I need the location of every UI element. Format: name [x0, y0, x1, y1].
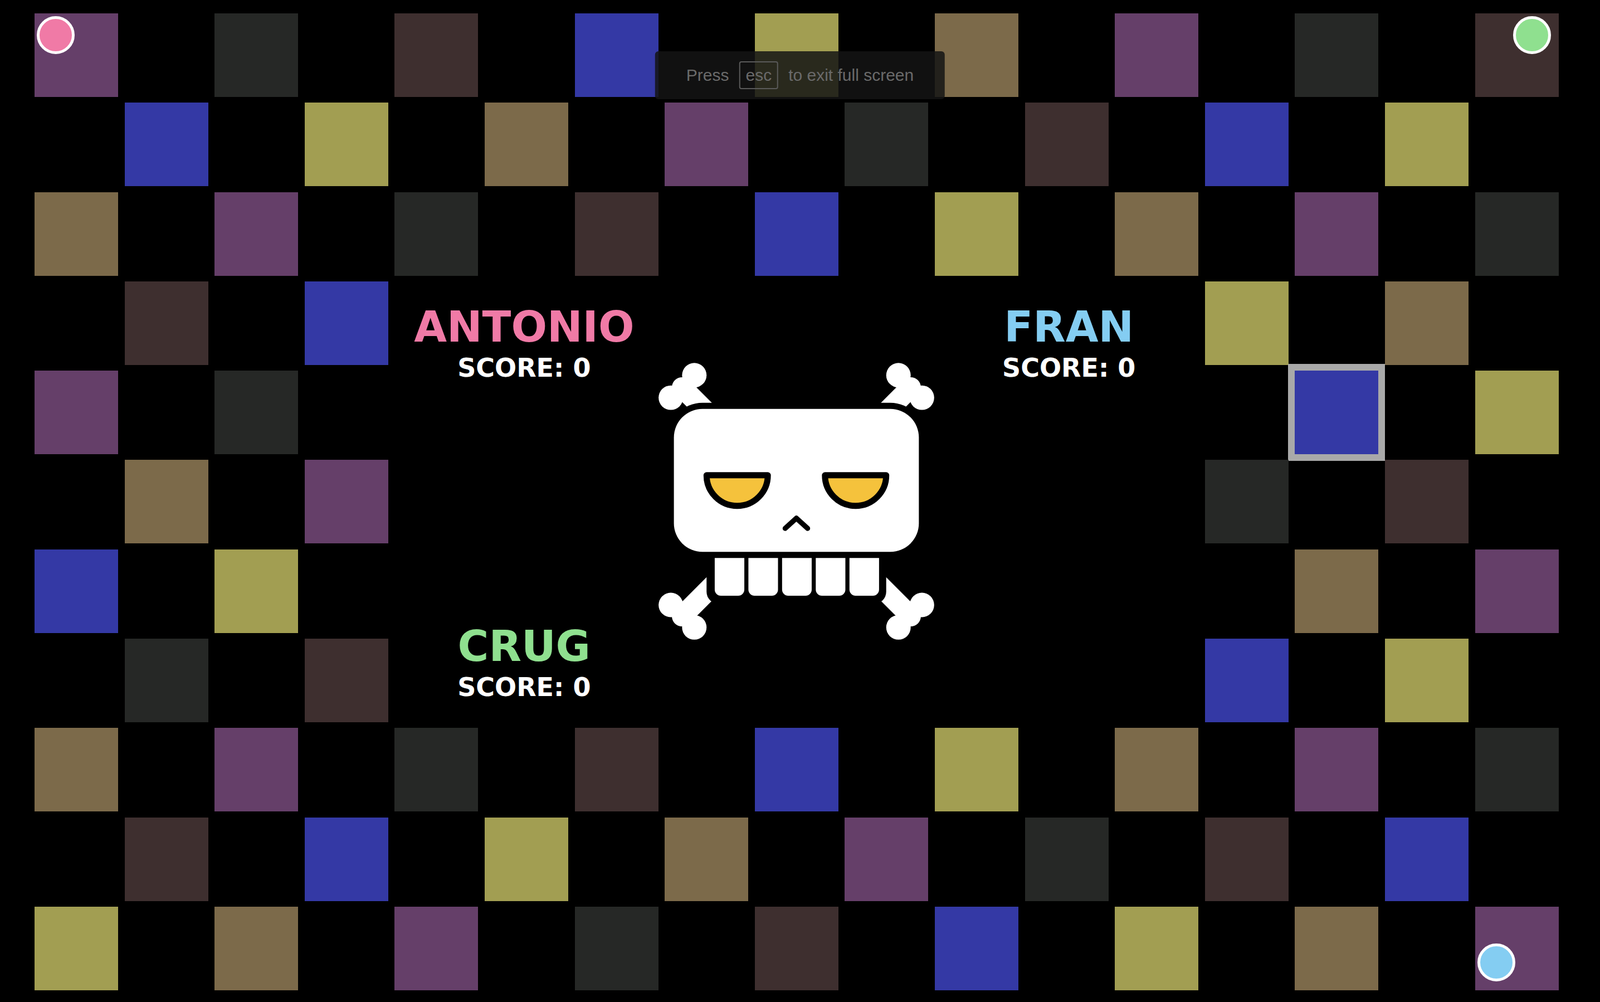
board-tile[interactable]	[1294, 906, 1379, 990]
fullscreen-notice: Press esc to exit full screen	[655, 51, 945, 100]
board-tile[interactable]	[1114, 727, 1199, 812]
board-tile[interactable]	[304, 459, 389, 544]
board-tile[interactable]	[124, 102, 209, 187]
skull-icon	[653, 358, 940, 645]
board-tile[interactable]	[934, 192, 1019, 276]
board-tile[interactable]	[1205, 102, 1289, 187]
board-tile[interactable]	[1384, 102, 1469, 187]
board-tile[interactable]	[34, 13, 119, 97]
board-tile[interactable]	[1294, 370, 1379, 455]
board-tile[interactable]	[214, 370, 299, 455]
player-name: ANTONIO	[413, 303, 634, 351]
board-tile[interactable]	[1025, 817, 1109, 901]
board-tile[interactable]	[1475, 727, 1559, 812]
player-name: CRUG	[457, 622, 591, 670]
board-tile[interactable]	[574, 192, 659, 276]
board-tile[interactable]	[124, 459, 209, 544]
board-tile[interactable]	[574, 906, 659, 990]
board-tile[interactable]	[1294, 13, 1379, 97]
board-tile[interactable]	[1294, 192, 1379, 276]
board-tile[interactable]	[574, 727, 659, 812]
board-tile[interactable]	[664, 102, 749, 187]
board-tile[interactable]	[34, 906, 119, 990]
board-tile[interactable]	[754, 906, 839, 990]
game-board: ANTONIO SCORE: 0CRUG SCORE: 0 FRAN SCORE…	[0, 0, 1600, 990]
board-tile[interactable]	[934, 727, 1019, 812]
player-score: SCORE: 0	[1002, 353, 1136, 383]
player-card: CRUG SCORE: 0	[457, 622, 591, 702]
player-name: FRAN	[1003, 303, 1134, 351]
board-tile[interactable]	[1205, 459, 1289, 544]
board-tile[interactable]	[394, 13, 478, 97]
board-tile[interactable]	[1475, 13, 1559, 97]
board-tile[interactable]	[304, 638, 389, 723]
board-tile[interactable]	[34, 727, 119, 812]
board-tile[interactable]	[1205, 817, 1289, 901]
board-tile[interactable]	[1384, 638, 1469, 723]
player-token[interactable]	[1477, 943, 1516, 982]
board-tile[interactable]	[124, 817, 209, 901]
board-tile[interactable]	[1294, 549, 1379, 633]
board-tile[interactable]	[1114, 13, 1199, 97]
board-tile[interactable]	[844, 817, 929, 901]
esc-key: esc	[738, 61, 779, 90]
board-tile[interactable]	[1384, 817, 1469, 901]
board-tile[interactable]	[1205, 638, 1289, 723]
board-tile[interactable]	[34, 370, 119, 455]
board-tile[interactable]	[844, 102, 929, 187]
board-tile[interactable]	[214, 549, 299, 633]
scoreboard: ANTONIO SCORE: 0CRUG SCORE: 0 FRAN SCORE…	[394, 281, 1199, 723]
player-score: SCORE: 0	[457, 672, 591, 702]
board-tile[interactable]	[1114, 192, 1199, 276]
board-tile[interactable]	[484, 102, 569, 187]
scoreboard-right: FRAN SCORE: 0	[939, 281, 1199, 723]
game-screen: ANTONIO SCORE: 0CRUG SCORE: 0 FRAN SCORE…	[0, 0, 1600, 1002]
board-tile[interactable]	[214, 727, 299, 812]
board-tile[interactable]	[304, 102, 389, 187]
board-tile[interactable]	[1025, 102, 1109, 187]
player-card: FRAN SCORE: 0	[1002, 303, 1136, 383]
board-tile[interactable]	[214, 906, 299, 990]
board-tile[interactable]	[1475, 906, 1559, 990]
board-tile[interactable]	[574, 13, 659, 97]
board-tile[interactable]	[1475, 370, 1559, 455]
board-tile[interactable]	[934, 13, 1019, 97]
board-tile[interactable]	[214, 192, 299, 276]
board-tile[interactable]	[1384, 459, 1469, 544]
scoreboard-left: ANTONIO SCORE: 0CRUG SCORE: 0	[394, 281, 654, 723]
board-tile[interactable]	[124, 281, 209, 365]
board-tile[interactable]	[394, 906, 478, 990]
board-tile[interactable]	[754, 192, 839, 276]
player-token[interactable]	[1513, 16, 1551, 55]
board-tile[interactable]	[484, 817, 569, 901]
player-score: SCORE: 0	[457, 353, 591, 383]
board-tile[interactable]	[124, 638, 209, 723]
notice-text: Press	[686, 65, 730, 85]
board-tile[interactable]	[664, 817, 749, 901]
board-tile[interactable]	[754, 727, 839, 812]
board-tile[interactable]	[1475, 192, 1559, 276]
board-tile[interactable]	[1475, 549, 1559, 633]
board-tile[interactable]	[394, 727, 478, 812]
player-card: ANTONIO SCORE: 0	[413, 303, 634, 383]
skull-logo	[653, 281, 940, 723]
notice-text: to exit full screen	[788, 65, 914, 85]
board-tile[interactable]	[1384, 281, 1469, 365]
board-tile[interactable]	[34, 192, 119, 276]
board-tile[interactable]	[304, 281, 389, 365]
board-tile[interactable]	[934, 906, 1019, 990]
board-tile[interactable]	[1114, 906, 1199, 990]
player-token[interactable]	[36, 16, 75, 55]
board-tile[interactable]	[394, 192, 478, 276]
board-tile[interactable]	[1205, 281, 1289, 365]
board-tile[interactable]	[214, 13, 299, 97]
board-tile[interactable]	[34, 549, 119, 633]
board-tile[interactable]	[304, 817, 389, 901]
board-tile[interactable]	[1294, 727, 1379, 812]
